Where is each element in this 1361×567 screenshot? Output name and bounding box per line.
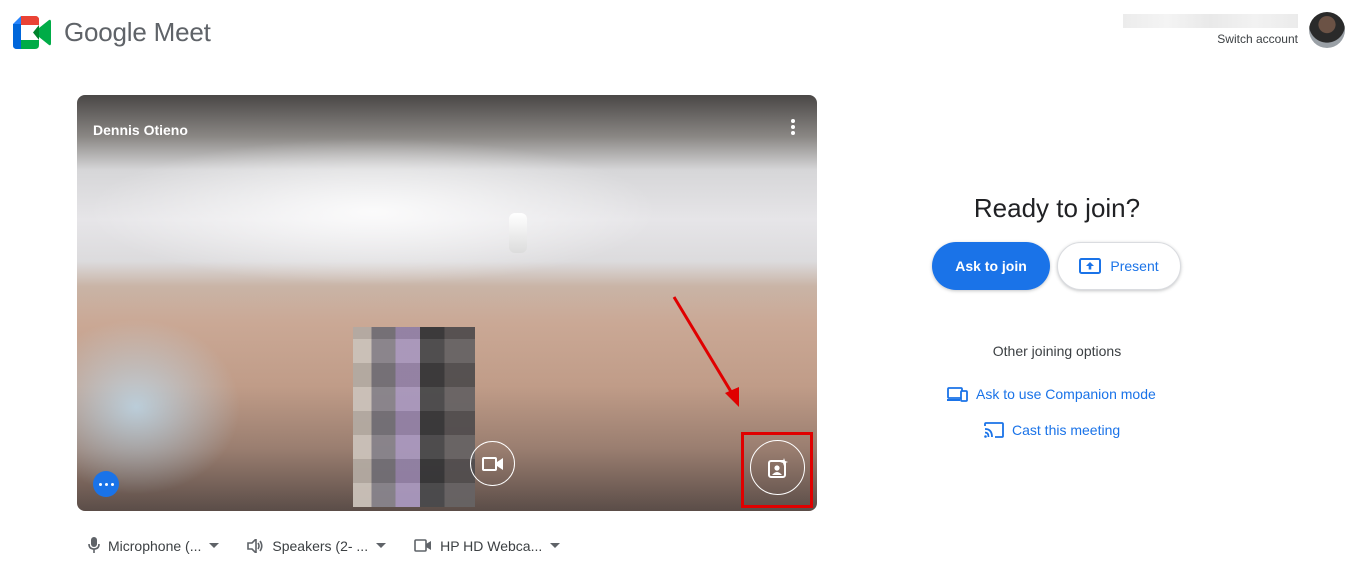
cast-meeting-label: Cast this meeting <box>1012 422 1121 438</box>
companion-mode-label: Ask to use Companion mode <box>976 386 1156 402</box>
chevron-down-icon <box>376 543 387 548</box>
present-icon <box>1079 258 1102 274</box>
join-panel: Ready to join? Ask to join Present <box>932 193 1182 290</box>
present-button[interactable]: Present <box>1057 242 1181 290</box>
self-video-preview: Dennis Otieno <box>77 95 817 511</box>
speakers-label: Speakers (2- ... <box>272 537 369 554</box>
camera-label: HP HD Webca... <box>440 537 543 554</box>
google-meet-logo[interactable]: Google Meet <box>13 16 211 49</box>
chevron-down-icon <box>550 543 561 548</box>
cast-icon <box>984 422 1004 438</box>
mic-icon <box>88 537 100 553</box>
companion-icon <box>947 386 968 402</box>
camera-selector[interactable]: HP HD Webca... <box>414 537 561 554</box>
device-selectors: Microphone (... Speakers (2- ... HP HD W… <box>88 537 588 554</box>
other-joining-options-heading: Other joining options <box>992 343 1122 359</box>
ready-to-join-title: Ready to join? <box>973 193 1141 223</box>
microphone-selector[interactable]: Microphone (... <box>88 537 220 554</box>
account-area: Switch account <box>1123 12 1345 48</box>
speakers-selector[interactable]: Speakers (2- ... <box>247 537 387 554</box>
chevron-down-icon <box>209 543 220 548</box>
switch-account-link[interactable]: Switch account <box>1123 32 1298 46</box>
present-label: Present <box>1110 258 1159 274</box>
meet-logo-icon <box>13 16 51 49</box>
account-email-redacted <box>1123 14 1298 28</box>
avatar[interactable] <box>1309 12 1345 48</box>
annotation-arrow <box>672 296 739 407</box>
speaker-icon <box>247 538 263 553</box>
app-title: Google Meet <box>64 17 211 47</box>
cast-meeting-link[interactable]: Cast this meeting <box>984 422 1120 438</box>
ask-to-join-button[interactable]: Ask to join <box>932 242 1050 290</box>
companion-mode-link[interactable]: Ask to use Companion mode <box>947 386 1156 402</box>
microphone-label: Microphone (... <box>108 537 202 554</box>
camera-icon <box>414 539 432 552</box>
